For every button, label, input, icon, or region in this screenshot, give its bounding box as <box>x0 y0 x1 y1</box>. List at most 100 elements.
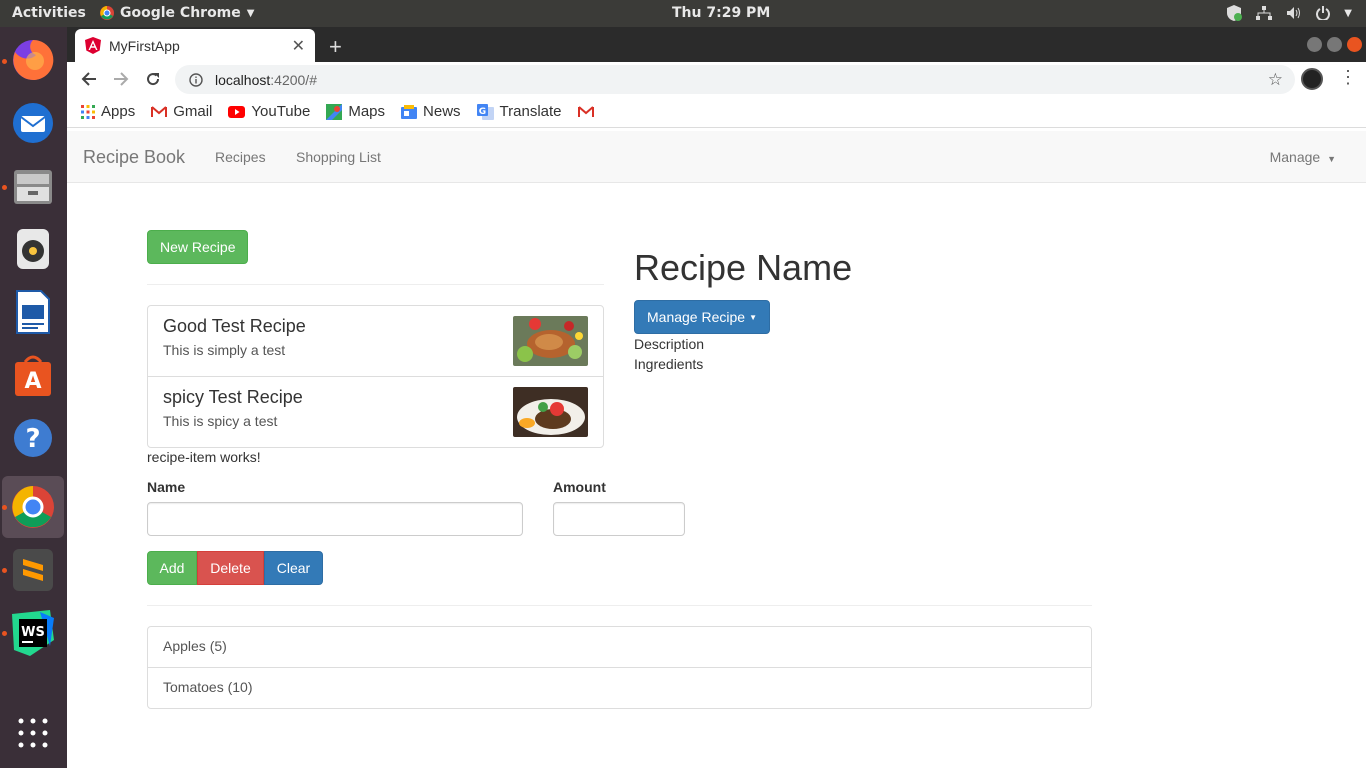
shield-icon[interactable] <box>1226 4 1243 22</box>
maps-icon <box>326 103 343 120</box>
nav-link-shopping-list[interactable]: Shopping List <box>296 149 381 165</box>
rhythmbox-icon[interactable] <box>8 224 58 274</box>
description-label: Description <box>634 336 705 352</box>
address-bar[interactable]: localhost:4200/# ☆ <box>175 65 1295 94</box>
recipe-detail-title: Recipe Name <box>634 247 853 288</box>
news-icon <box>401 104 418 119</box>
name-label: Name <box>147 479 186 495</box>
chrome-icon <box>100 6 114 20</box>
tab-title: MyFirstApp <box>109 37 180 54</box>
manage-recipe-button[interactable]: Manage Recipe ▼ <box>634 300 770 334</box>
new-tab-button[interactable]: + <box>329 34 342 60</box>
youtube-icon <box>228 105 246 118</box>
recipe-image <box>513 387 588 437</box>
volume-icon[interactable] <box>1286 6 1302 20</box>
browser-toolbar: localhost:4200/# ☆ ⋮ <box>67 62 1366 96</box>
running-indicator <box>2 505 7 510</box>
url-host: localhost <box>215 71 271 88</box>
url-path: :4200/# <box>270 71 317 88</box>
info-icon[interactable] <box>189 72 203 87</box>
bookmark-label: YouTube <box>251 103 311 120</box>
power-icon[interactable] <box>1316 6 1331 20</box>
svg-text:?: ? <box>25 424 40 454</box>
network-icon[interactable] <box>1256 6 1273 20</box>
recipe-item-works-text: recipe-item works! <box>147 449 261 465</box>
menu-icon[interactable]: ⋮ <box>1339 68 1357 86</box>
running-indicator <box>2 185 7 190</box>
show-applications-icon[interactable] <box>8 708 58 758</box>
page-content: Recipe Book Recipes Shopping List Manage… <box>67 129 1366 768</box>
running-indicator <box>2 568 7 573</box>
recipe-description: This is spicy a test <box>163 413 278 429</box>
close-window-button[interactable] <box>1347 37 1362 52</box>
svg-text:A: A <box>24 369 41 394</box>
clock[interactable]: Thu 7:29 PM <box>672 5 770 21</box>
files-icon[interactable] <box>8 161 58 211</box>
gmail-icon <box>151 105 168 117</box>
shopping-list-item[interactable]: Tomatoes (10) <box>148 668 1091 709</box>
close-icon[interactable]: ✕ <box>292 36 305 56</box>
manage-recipe-label: Manage Recipe <box>647 309 746 325</box>
tab-myfirstapp[interactable]: MyFirstApp ✕ <box>75 29 315 62</box>
maximize-button[interactable] <box>1327 37 1342 52</box>
svg-text:G: G <box>478 107 485 117</box>
bookmark-label: Maps <box>348 103 386 120</box>
manage-label: Manage <box>1269 149 1321 165</box>
bookmark-label: Gmail <box>173 103 213 120</box>
name-input[interactable] <box>147 502 523 536</box>
chrome-icon[interactable] <box>8 482 58 532</box>
tab-strip: MyFirstApp ✕ + <box>67 27 1366 62</box>
chevron-down-icon: ▼ <box>246 7 255 19</box>
minimize-button[interactable] <box>1307 37 1322 52</box>
apps-grid-icon <box>81 104 95 119</box>
caret-down-icon: ▼ <box>749 312 757 322</box>
delete-button[interactable]: Delete <box>197 551 264 585</box>
recipe-name: Good Test Recipe <box>163 316 306 336</box>
recipe-image <box>513 316 588 366</box>
avatar[interactable] <box>1301 68 1323 90</box>
bookmark-news[interactable]: News <box>401 103 461 120</box>
thunderbird-icon[interactable] <box>8 98 58 148</box>
help-icon[interactable]: ? <box>8 413 58 463</box>
clear-button[interactable]: Clear <box>264 551 323 585</box>
navbar-brand[interactable]: Recipe Book <box>83 147 185 168</box>
bookmarks-bar: Apps Gmail YouTube Maps News G Translate <box>67 96 1366 128</box>
amount-input[interactable] <box>553 502 685 536</box>
recipe-list-item[interactable]: Good Test Recipe This is simply a test <box>148 306 603 377</box>
app-menu[interactable]: Google Chrome ▼ <box>100 5 254 21</box>
back-arrow-icon[interactable] <box>81 71 97 87</box>
sublime-text-icon[interactable] <box>8 545 58 595</box>
bookmark-gmail-icon-only[interactable] <box>577 105 594 118</box>
firefox-icon[interactable] <box>8 35 58 85</box>
bookmark-label: Translate <box>499 103 562 120</box>
bookmark-maps[interactable]: Maps <box>326 103 385 120</box>
webstorm-icon[interactable]: WS <box>8 608 58 658</box>
bookmark-apps[interactable]: Apps <box>81 103 135 120</box>
app-navbar: Recipe Book Recipes Shopping List Manage… <box>67 131 1366 183</box>
chevron-down-icon[interactable]: ▼ <box>1344 8 1352 19</box>
ingredients-label: Ingredients <box>634 356 704 372</box>
shopping-list-item[interactable]: Apples (5) <box>148 627 1091 668</box>
bookmark-translate[interactable]: G Translate <box>476 103 562 120</box>
system-tray[interactable]: ▼ <box>1226 4 1352 22</box>
activities-button[interactable]: Activities <box>12 5 86 21</box>
bookmark-label: News <box>423 103 461 120</box>
recipe-list-item[interactable]: spicy Test Recipe This is spicy a test <box>148 377 603 448</box>
star-icon[interactable]: ☆ <box>1268 70 1283 90</box>
manage-dropdown[interactable]: Manage ▼ <box>1270 149 1336 165</box>
new-recipe-button[interactable]: New Recipe <box>147 230 249 264</box>
recipe-list: Good Test Recipe This is simply a test s… <box>147 305 604 448</box>
bookmark-label: Apps <box>101 103 136 120</box>
forward-arrow-icon[interactable] <box>113 71 129 87</box>
libreoffice-writer-icon[interactable] <box>8 287 58 337</box>
reload-icon[interactable] <box>145 71 161 87</box>
nav-link-recipes[interactable]: Recipes <box>215 149 266 165</box>
recipe-name: spicy Test Recipe <box>163 387 303 407</box>
system-top-bar: Activities Google Chrome ▼ Thu 7:29 PM ▼ <box>0 0 1366 27</box>
software-center-icon[interactable]: A <box>8 350 58 400</box>
bookmark-youtube[interactable]: YouTube <box>228 103 310 120</box>
add-button[interactable]: Add <box>147 551 197 585</box>
bookmark-gmail[interactable]: Gmail <box>151 103 212 120</box>
svg-text:WS: WS <box>21 625 45 640</box>
browser-window: MyFirstApp ✕ + localhost:4200/# ☆ ⋮ Apps… <box>67 27 1366 768</box>
